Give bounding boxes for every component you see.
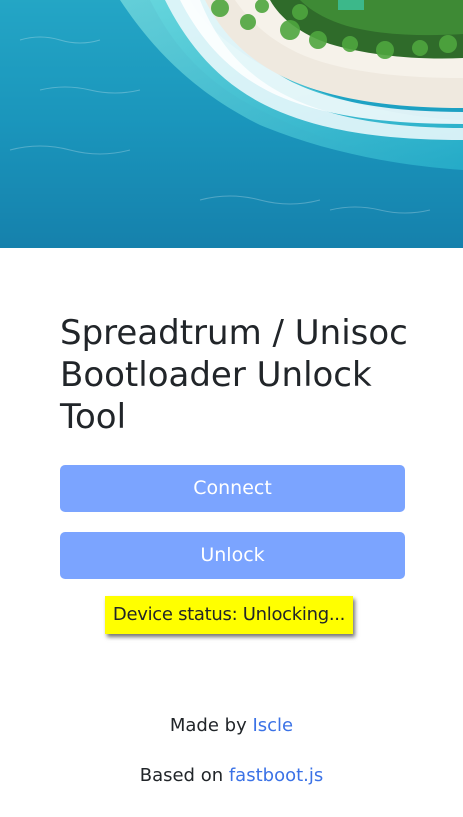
library-link[interactable]: fastboot.js [229, 765, 323, 786]
connect-button[interactable]: Connect [60, 465, 405, 512]
device-status-badge: Device status: Unlocking... [105, 596, 353, 634]
based-on-prefix: Based on [139, 765, 229, 786]
hero-image [0, 0, 463, 248]
made-by-prefix: Made by [169, 715, 253, 736]
footer-made-by: Made by Iscle [0, 714, 463, 738]
page-title: Spreadtrum / Unisoc Bootloader Unlock To… [60, 313, 408, 437]
author-link[interactable]: Iscle [252, 715, 293, 736]
unlock-button[interactable]: Unlock [60, 532, 405, 579]
footer-based-on: Based on fastboot.js [0, 764, 463, 788]
beach-illustration [0, 0, 463, 248]
page: Spreadtrum / Unisoc Bootloader Unlock To… [0, 0, 463, 817]
